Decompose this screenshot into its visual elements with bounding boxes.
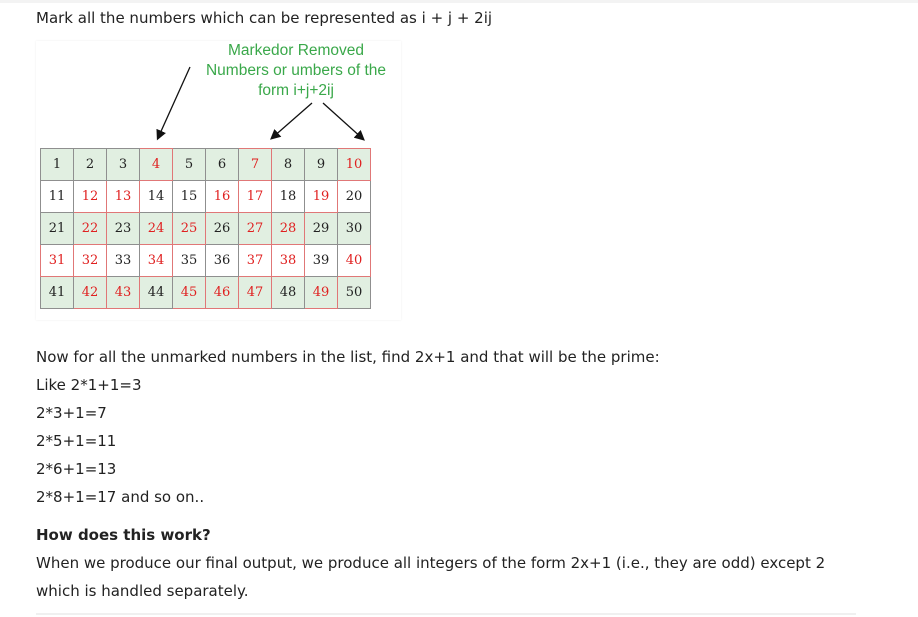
grid-cell: 4 <box>139 148 173 181</box>
example-line: 2*3+1=7 <box>36 404 107 422</box>
arrow-to-10 <box>322 102 365 141</box>
number-grid: 1 2 3 4 5 6 7 8 9 10 11 12 13 14 15 16 17 18 19 20 21 22 23 24 2… <box>40 148 371 309</box>
grid-cell: 20 <box>337 180 371 213</box>
grid-cell: 36 <box>205 244 239 277</box>
grid-cell: 8 <box>271 148 305 181</box>
grid-cell: 49 <box>304 276 338 309</box>
example-line: Like 2*1+1=3 <box>36 376 142 394</box>
grid-cell: 39 <box>304 244 338 277</box>
explanation-line: When we produce our final output, we pro… <box>36 554 826 572</box>
annotation-arrows <box>156 66 365 141</box>
grid-cell: 12 <box>73 180 107 213</box>
grid-cell: 43 <box>106 276 140 309</box>
grid-row: 11 12 13 14 15 16 17 18 19 20 <box>40 180 371 213</box>
grid-cell: 24 <box>139 212 173 245</box>
grid-cell: 10 <box>337 148 371 181</box>
grid-cell: 5 <box>172 148 206 181</box>
grid-row: 31 32 33 34 35 36 37 38 39 40 <box>40 244 371 277</box>
grid-cell: 41 <box>40 276 74 309</box>
grid-cell: 30 <box>337 212 371 245</box>
example-line: 2*5+1=11 <box>36 432 117 450</box>
grid-cell: 27 <box>238 212 272 245</box>
grid-cell: 26 <box>205 212 239 245</box>
grid-cell: 19 <box>304 180 338 213</box>
grid-row: 1 2 3 4 5 6 7 8 9 10 <box>40 148 371 181</box>
grid-cell: 35 <box>172 244 206 277</box>
sieve-figure: Markedor Removed Numbers or umbers of th… <box>36 41 401 320</box>
grid-cell: 16 <box>205 180 239 213</box>
grid-cell: 3 <box>106 148 140 181</box>
after-figure-text: Now for all the unmarked numbers in the … <box>36 348 660 366</box>
grid-cell: 46 <box>205 276 239 309</box>
grid-row: 41 42 43 44 45 46 47 48 49 50 <box>40 276 371 309</box>
grid-cell: 44 <box>139 276 173 309</box>
grid-cell: 45 <box>172 276 206 309</box>
explanation-line: which is handled separately. <box>36 582 249 600</box>
bottom-divider <box>36 613 856 615</box>
grid-cell: 9 <box>304 148 338 181</box>
grid-cell: 48 <box>271 276 305 309</box>
grid-cell: 34 <box>139 244 173 277</box>
grid-cell: 37 <box>238 244 272 277</box>
grid-cell: 33 <box>106 244 140 277</box>
grid-cell: 11 <box>40 180 74 213</box>
grid-cell: 42 <box>73 276 107 309</box>
grid-cell: 2 <box>73 148 107 181</box>
example-line: 2*6+1=13 <box>36 460 117 478</box>
grid-cell: 28 <box>271 212 305 245</box>
intro-text: Mark all the numbers which can be repres… <box>36 9 493 27</box>
grid-cell: 13 <box>106 180 140 213</box>
grid-cell: 6 <box>205 148 239 181</box>
grid-cell: 25 <box>172 212 206 245</box>
grid-cell: 47 <box>238 276 272 309</box>
grid-cell: 38 <box>271 244 305 277</box>
example-line: 2*8+1=17 and so on.. <box>36 488 205 506</box>
grid-cell: 29 <box>304 212 338 245</box>
top-divider <box>0 0 918 3</box>
grid-cell: 21 <box>40 212 74 245</box>
grid-cell: 18 <box>271 180 305 213</box>
section-heading: How does this work? <box>36 526 211 544</box>
grid-cell: 50 <box>337 276 371 309</box>
grid-cell: 14 <box>139 180 173 213</box>
grid-cell: 32 <box>73 244 107 277</box>
grid-cell: 1 <box>40 148 74 181</box>
grid-cell: 40 <box>337 244 371 277</box>
arrow-to-4 <box>156 66 191 141</box>
grid-cell: 15 <box>172 180 206 213</box>
grid-cell: 22 <box>73 212 107 245</box>
grid-cell: 23 <box>106 212 140 245</box>
grid-cell: 7 <box>238 148 272 181</box>
grid-cell: 31 <box>40 244 74 277</box>
grid-cell: 17 <box>238 180 272 213</box>
arrow-to-7 <box>270 102 313 140</box>
grid-row: 21 22 23 24 25 26 27 28 29 30 <box>40 212 371 245</box>
